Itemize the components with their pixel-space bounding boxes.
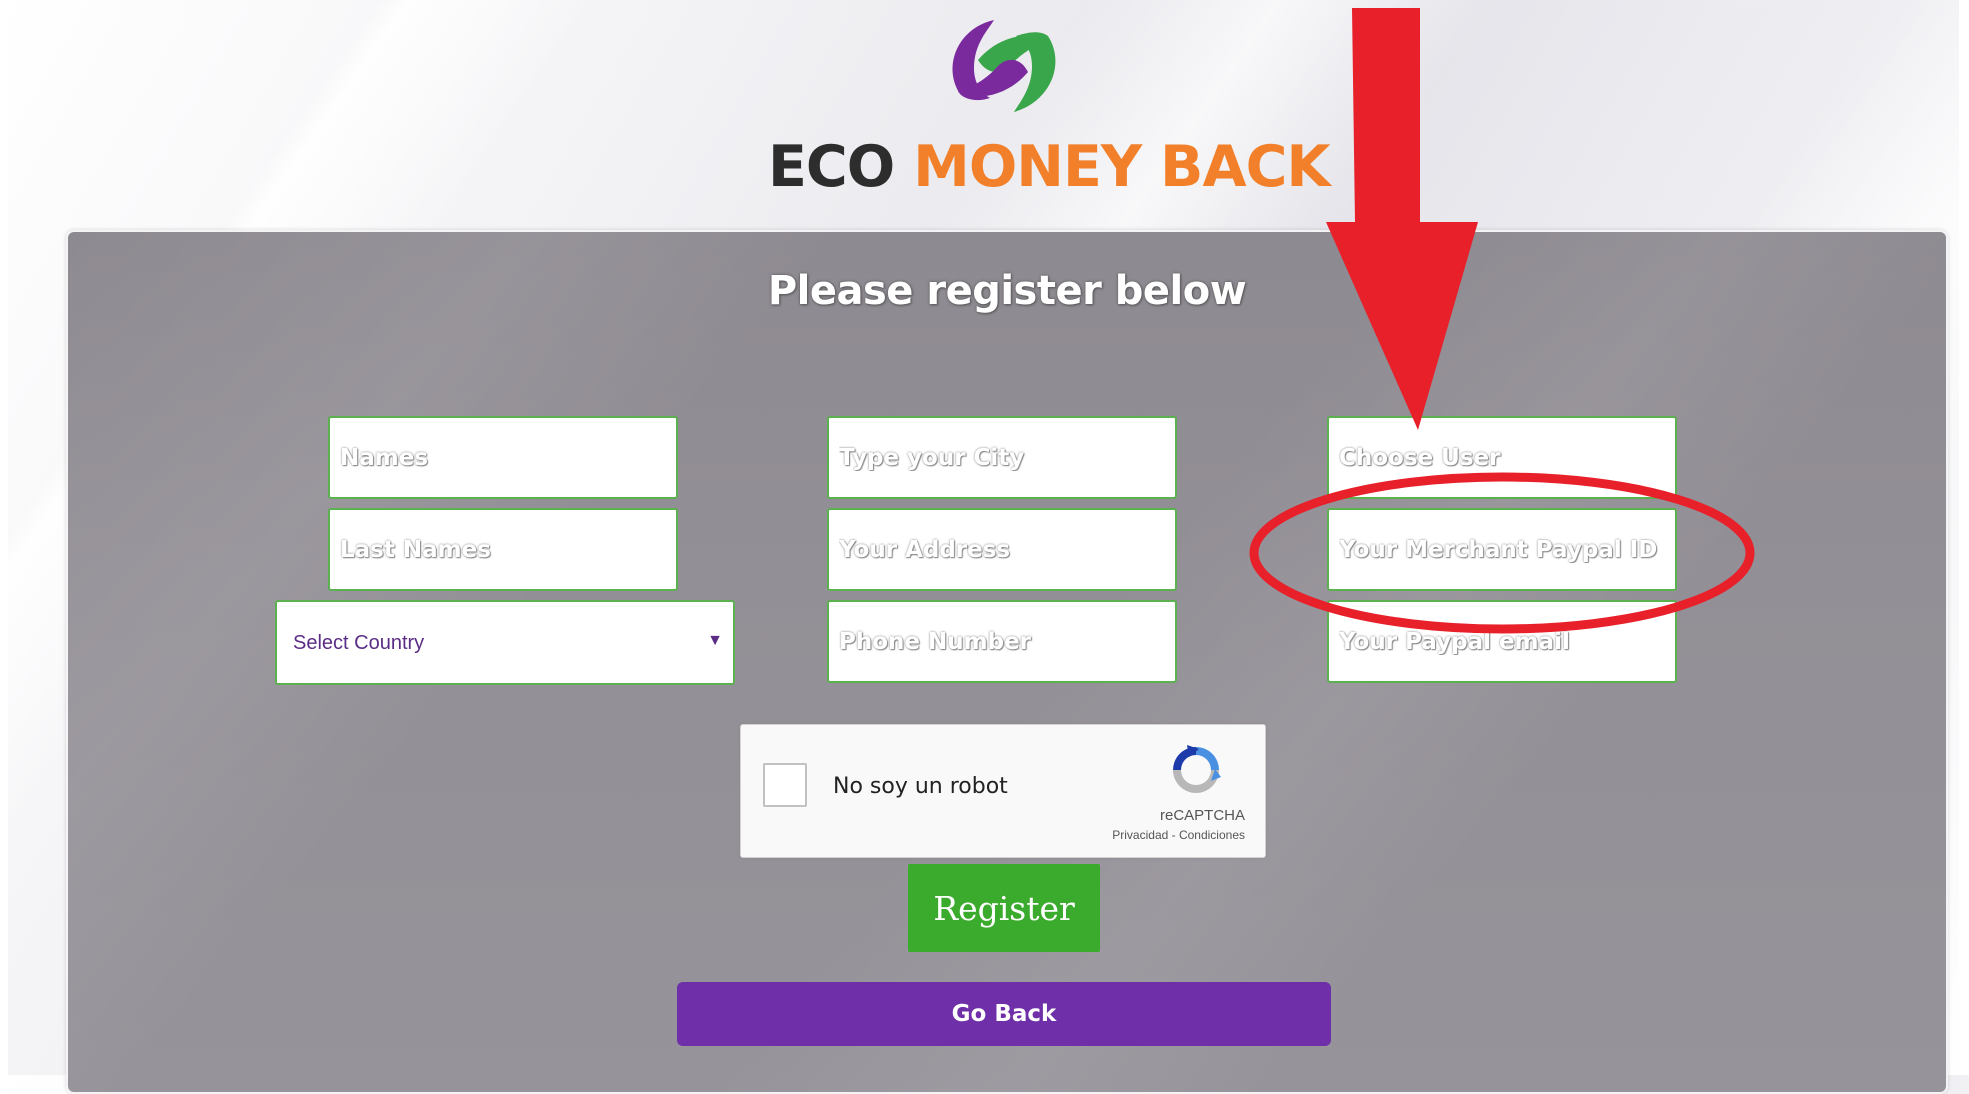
- last-names-field: [328, 508, 678, 591]
- brand-name-money-back: MONEY BACK: [913, 134, 1330, 200]
- merchant-paypal-id-input[interactable]: [1329, 510, 1675, 589]
- country-select-label: Select Country: [293, 632, 425, 654]
- last-names-input[interactable]: [330, 510, 676, 589]
- names-field: [328, 416, 678, 499]
- paypal-email-field: [1327, 600, 1677, 683]
- register-button[interactable]: Register: [908, 864, 1100, 952]
- recaptcha-icon: [1173, 745, 1221, 793]
- recaptcha-links[interactable]: Privacidad - Condiciones: [1112, 828, 1245, 842]
- page-border-right: [1959, 0, 1969, 1075]
- country-select[interactable]: Select Country ▼: [275, 600, 735, 685]
- page-border-left: [0, 0, 8, 1075]
- recaptcha-brand: reCAPTCHA: [1159, 807, 1245, 824]
- brand-name-eco: ECO: [768, 134, 895, 200]
- registration-panel: Please register below Select Country ▼ N…: [66, 230, 1948, 1094]
- address-input[interactable]: [829, 510, 1175, 589]
- city-field: [827, 416, 1177, 499]
- names-input[interactable]: [330, 418, 676, 497]
- paypal-email-input[interactable]: [1329, 602, 1675, 681]
- site-logo[interactable]: ECO MONEY BACK: [760, 6, 1331, 200]
- city-input[interactable]: [829, 418, 1175, 497]
- phone-input[interactable]: [829, 602, 1175, 681]
- user-field: [1327, 416, 1677, 499]
- recaptcha-widget: No soy un robot reCAPTCHA Privacidad - C…: [740, 724, 1266, 858]
- recaptcha-label: No soy un robot: [833, 774, 1008, 799]
- merchant-paypal-field: [1327, 508, 1677, 591]
- form-title: Please register below: [767, 268, 1247, 314]
- eco-swirl-logo-icon: [952, 20, 1056, 112]
- choose-user-input[interactable]: [1329, 418, 1675, 497]
- address-field: [827, 508, 1177, 591]
- phone-field: [827, 600, 1177, 683]
- go-back-button[interactable]: Go Back: [677, 982, 1331, 1046]
- brand-name: ECO MONEY BACK: [768, 134, 1331, 200]
- recaptcha-checkbox[interactable]: [763, 763, 807, 807]
- dropdown-arrow-icon: ▼: [707, 632, 723, 649]
